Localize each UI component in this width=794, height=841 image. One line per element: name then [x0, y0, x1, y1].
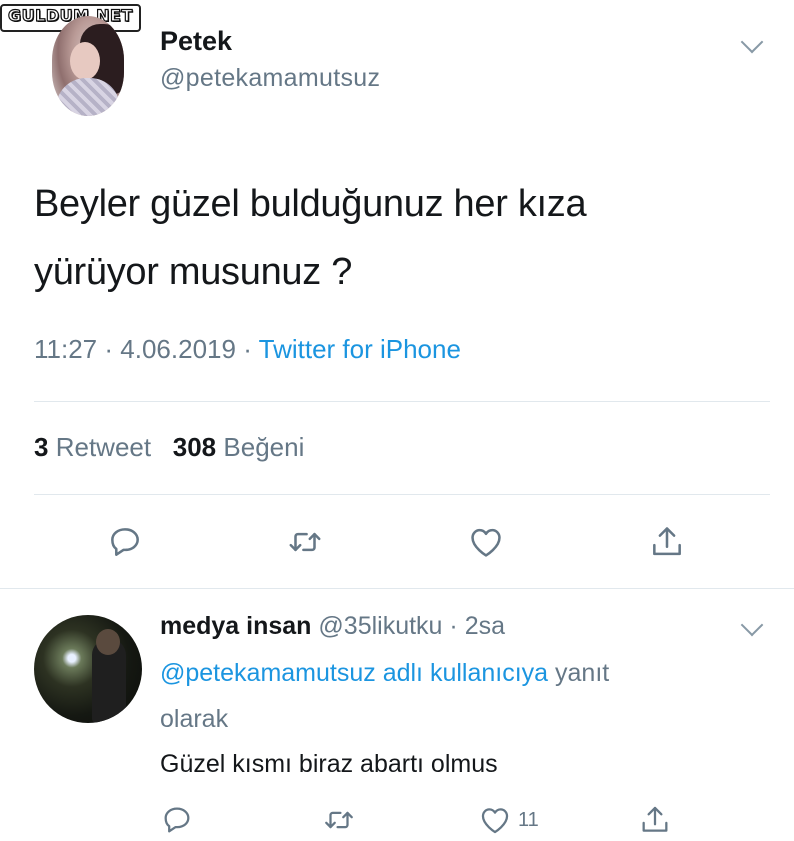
reply-share-button[interactable] — [638, 800, 672, 840]
tweet-date: 4.06.2019 — [120, 334, 236, 364]
tweet-text: Beyler güzel bulduğunuz her kıza yürüyor… — [34, 170, 754, 306]
reply-author-name[interactable]: medya insan — [160, 612, 311, 640]
replying-to-line-2: olarak — [160, 705, 229, 733]
retweet-icon — [289, 532, 321, 552]
like-icon — [471, 528, 501, 557]
author-handle[interactable]: @petekamamutsuz — [160, 64, 380, 93]
retweet-count: 3 — [34, 432, 49, 462]
reply-icon — [111, 528, 139, 556]
author-avatar[interactable] — [52, 16, 124, 116]
tweet-text-line-2: yürüyor musunuz ? — [34, 251, 353, 293]
reply-author-handle[interactable]: @35likutku — [318, 612, 442, 640]
like-stat[interactable]: 308 Beğeni — [173, 432, 305, 462]
replying-to-suffix: yanıt — [555, 659, 610, 687]
reply-text: Güzel kısmı biraz abartı olmus — [160, 750, 498, 778]
chevron-down-icon[interactable] — [740, 30, 764, 54]
tweet-source-link[interactable]: Twitter for iPhone — [259, 334, 461, 364]
replying-to-link[interactable]: @petekamamutsuz adlı kullanıcıya — [160, 659, 548, 687]
reply-author-avatar[interactable] — [34, 615, 142, 723]
divider — [34, 401, 770, 402]
reply-retweet-button[interactable] — [322, 800, 356, 840]
retweet-stat[interactable]: 3 Retweet — [34, 432, 151, 462]
like-icon — [481, 808, 509, 834]
author-name[interactable]: Petek — [160, 26, 232, 57]
tweet-text-line-1: Beyler güzel bulduğunuz her kıza — [34, 183, 587, 225]
meta-separator: · — [243, 334, 252, 364]
tweet-stats: 3 Retweet 308 Beğeni — [34, 432, 304, 463]
reply-button[interactable] — [103, 520, 147, 564]
retweet-button[interactable] — [283, 520, 327, 564]
like-button[interactable] — [464, 520, 508, 564]
replying-to: @petekamamutsuz adlı kullanıcıya yanıt o… — [160, 650, 760, 742]
reply-like-button[interactable]: 11 — [478, 800, 539, 840]
divider — [34, 494, 770, 495]
share-button[interactable] — [645, 520, 689, 564]
reply-like-count: 11 — [518, 808, 539, 831]
share-icon — [653, 527, 681, 556]
retweet-icon — [325, 811, 353, 829]
retweet-label: Retweet — [55, 432, 152, 462]
share-icon — [642, 806, 668, 832]
like-count: 308 — [172, 432, 217, 462]
reply-reply-button[interactable] — [160, 800, 194, 840]
reply-time: 2sa — [464, 612, 506, 640]
like-label: Beğeni — [223, 432, 305, 462]
reply-icon — [164, 807, 190, 833]
tweet-meta: 11:27 · 4.06.2019 · Twitter for iPhone — [34, 334, 461, 365]
tweet-time: 11:27 — [34, 334, 98, 364]
meta-separator: · — [104, 334, 114, 364]
meta-separator: · — [449, 612, 458, 640]
reply-header: medya insan @35likutku · 2sa — [160, 612, 505, 641]
